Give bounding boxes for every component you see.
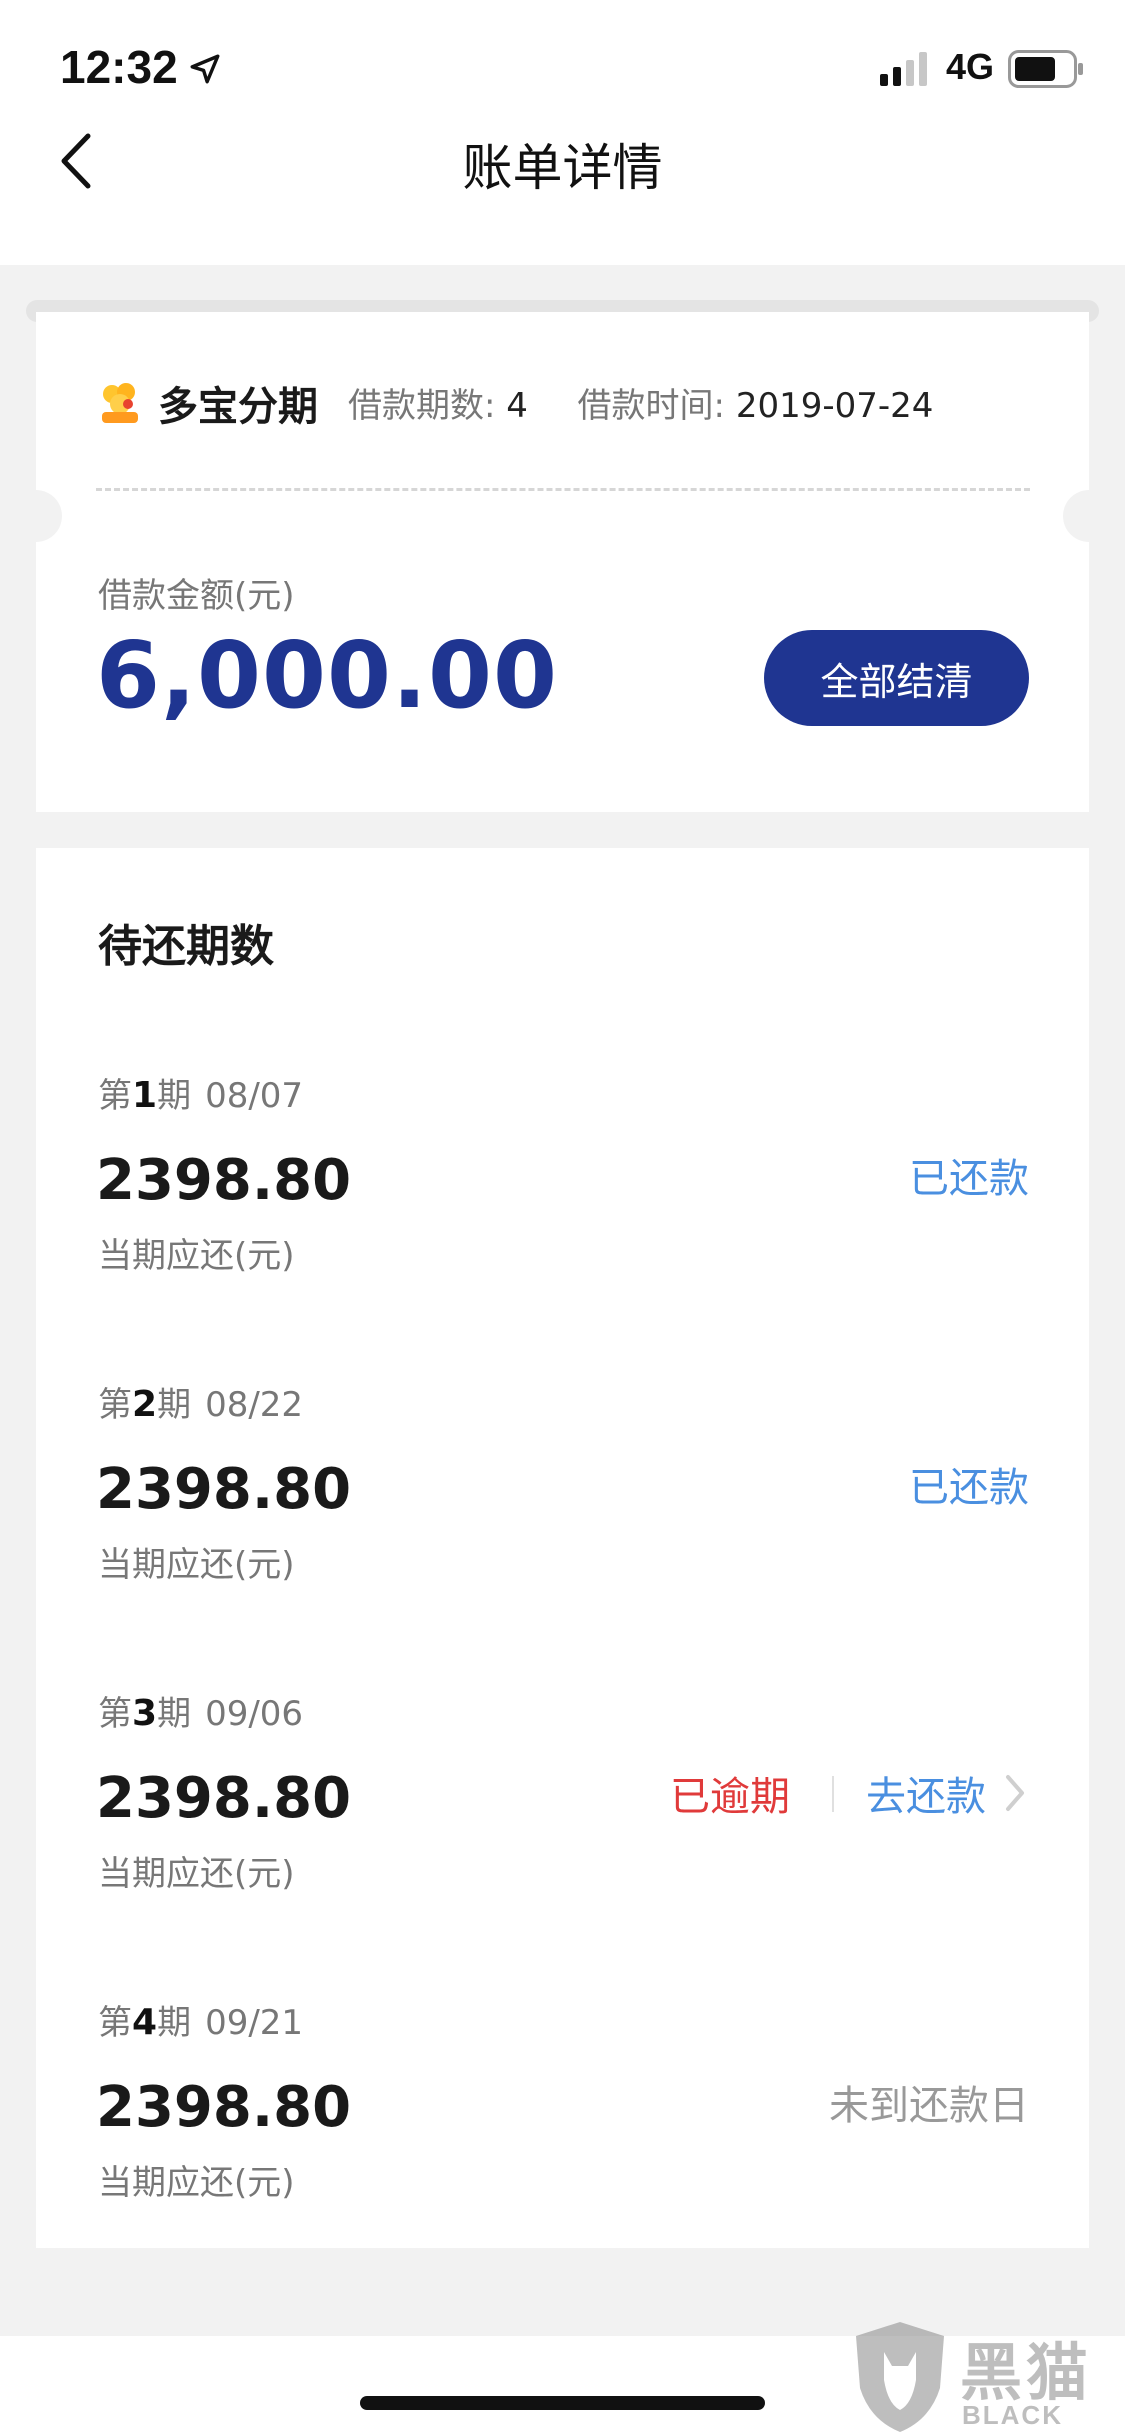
installment-item: 第1期 08/07 2398.80 当期应还(元) 已还款 <box>36 1068 1089 1298</box>
status-time: 12:32 <box>60 41 178 93</box>
installment-amount: 2398.80 <box>96 1457 352 1522</box>
status-divider <box>832 1776 834 1812</box>
term-value: 4 <box>506 386 528 426</box>
location-arrow-icon <box>190 54 220 84</box>
navigation-bar: 账单详情 <box>0 100 1125 265</box>
installment-date: 09/06 <box>205 1694 304 1734</box>
installment-period: 第3期 09/06 <box>98 1693 304 1734</box>
dashed-divider <box>96 488 1030 491</box>
watermark-en: BLACK CAT <box>962 2400 1063 2436</box>
cat-shield-logo-icon <box>856 2322 944 2432</box>
loan-summary-card: 多宝分期 借款期数: 4 借款时间: 2019-07-24 借款金额(元) 6,… <box>10 312 1115 812</box>
installment-item: 第2期 08/22 2398.80 当期应还(元) 已还款 <box>36 1377 1089 1607</box>
installment-date: 09/21 <box>205 2003 304 2043</box>
section-title: 待还期数 <box>98 921 274 972</box>
term-label: 借款期数: <box>348 386 496 426</box>
installment-amount-label: 当期应还(元) <box>98 2163 295 2203</box>
installment-amount-label: 当期应还(元) <box>98 1854 295 1894</box>
go-pay-link[interactable]: 去还款 <box>866 1764 1026 1822</box>
installment-amount-label: 当期应还(元) <box>98 1236 295 1276</box>
installment-item: 第3期 09/06 2398.80 当期应还(元) 已逾期 去还款 <box>36 1686 1089 1916</box>
amount-label: 借款金额(元) <box>98 576 295 616</box>
installment-period: 第2期 08/22 <box>98 1384 304 1425</box>
date-value: 2019-07-24 <box>735 386 934 426</box>
installment-period: 第1期 08/07 <box>98 1075 304 1116</box>
status-paid: 已还款 <box>909 1156 1029 1202</box>
status-not-due: 未到还款日 <box>829 2083 1029 2129</box>
home-indicator[interactable] <box>360 2396 765 2410</box>
brand-name: 多宝分期 <box>158 384 318 430</box>
installment-amount: 2398.80 <box>96 1148 352 1213</box>
loan-info: 借款期数: 4 借款时间: 2019-07-24 <box>348 378 933 427</box>
installment-date: 08/07 <box>205 1076 304 1116</box>
card-notch-left <box>10 490 62 542</box>
installments-card: 待还期数 第1期 08/07 2398.80 当期应还(元) 已还款 第2期 08/… <box>36 848 1089 2248</box>
status-overdue: 已逾期 <box>670 1774 790 1820</box>
watermark-cn: 黑猫 <box>960 2336 1093 2409</box>
page-title: 账单详情 <box>462 139 663 197</box>
brand-logo-icon <box>102 383 138 423</box>
battery-icon <box>1008 50 1083 88</box>
installment-amount: 2398.80 <box>96 2075 352 2140</box>
settle-all-button[interactable]: 全部结清 <box>764 630 1029 726</box>
installment-amount: 2398.80 <box>96 1766 352 1831</box>
signal-icon <box>880 52 927 86</box>
installment-item: 第4期 09/21 2398.80 当期应还(元) 未到还款日 <box>36 1995 1089 2225</box>
card-notch-right <box>1063 490 1115 542</box>
date-label: 借款时间: <box>577 386 726 426</box>
installment-date: 08/22 <box>205 1385 304 1425</box>
installment-amount-label: 当期应还(元) <box>98 1545 295 1585</box>
installment-period: 第4期 09/21 <box>98 2002 304 2043</box>
loan-amount: 6,000.00 <box>96 622 558 729</box>
network-type: 4G <box>946 46 995 87</box>
go-pay-label: 去还款 <box>866 1774 986 1820</box>
watermark: 黑猫 BLACK CAT <box>850 2318 1125 2436</box>
chevron-right-icon <box>1006 1775 1024 1811</box>
status-paid: 已还款 <box>909 1465 1029 1511</box>
